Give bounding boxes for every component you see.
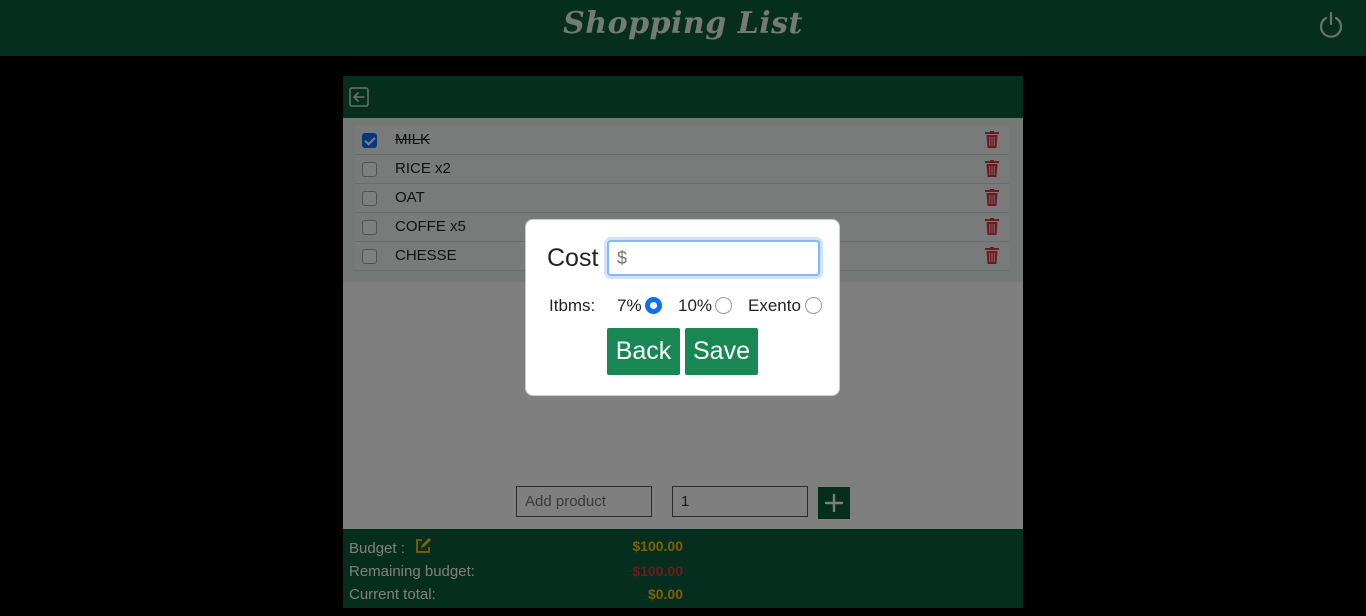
- cost-modal: Cost Itbms: 7% 10% Exento Back Save: [525, 219, 840, 396]
- radio-10-percent[interactable]: [715, 297, 732, 314]
- radio-exento[interactable]: [805, 297, 822, 314]
- option-exento-label: Exento: [748, 296, 801, 315]
- radio-7-percent[interactable]: [645, 297, 662, 314]
- option-10-label: 10%: [678, 296, 713, 315]
- cost-label: Cost: [547, 244, 599, 272]
- save-button[interactable]: Save: [685, 328, 758, 375]
- cost-input[interactable]: [607, 240, 820, 276]
- itbms-label: Itbms:: [549, 296, 596, 315]
- option-7-label: 7%: [617, 296, 642, 315]
- back-button[interactable]: Back: [607, 328, 680, 375]
